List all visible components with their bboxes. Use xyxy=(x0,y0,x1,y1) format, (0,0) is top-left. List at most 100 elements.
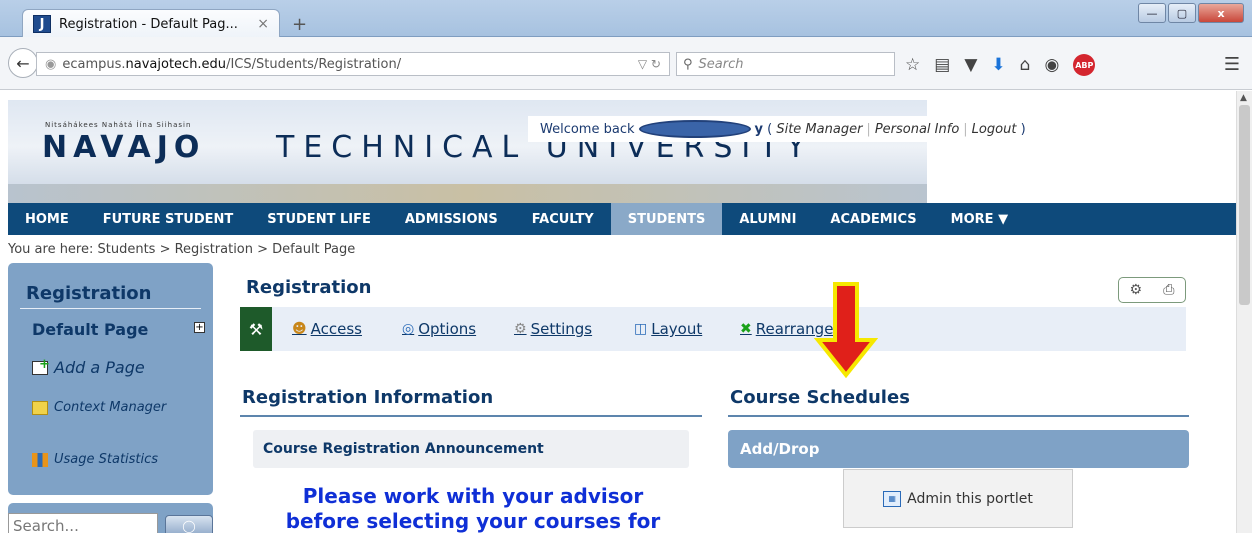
nav-more[interactable]: MORE ▼ xyxy=(934,203,1025,235)
globe-icon: ◉ xyxy=(45,56,57,72)
adblock-icon[interactable]: ABP xyxy=(1073,54,1096,76)
usage-statistics-link[interactable]: Usage Statistics xyxy=(32,452,158,467)
reload-icon[interactable]: ▽ ↻ xyxy=(638,57,661,71)
nav-admissions[interactable]: ADMISSIONS xyxy=(388,203,515,235)
welcome-suffix: y xyxy=(754,121,763,137)
heading-rule xyxy=(240,415,702,417)
access-link[interactable]: ☻ Access xyxy=(292,320,362,338)
admin-portlet-label: Admin this portlet xyxy=(907,490,1033,507)
red-arrow-annotation xyxy=(814,282,878,378)
course-schedules-heading: Course Schedules xyxy=(730,387,910,408)
add-drop-header[interactable]: Add/Drop xyxy=(728,430,1189,468)
folder-icon xyxy=(32,400,48,415)
minimize-button[interactable]: — xyxy=(1138,3,1166,23)
page-tools: ⚙ ⎙ xyxy=(1118,277,1186,303)
sidebar: Registration Default Page + + Add a Page… xyxy=(8,263,213,495)
tab-close-icon[interactable]: × xyxy=(257,16,269,32)
breadcrumb: You are here: Students > Registration > … xyxy=(8,242,356,257)
scrollbar-thumb[interactable] xyxy=(1239,105,1250,305)
redacted-name xyxy=(638,120,751,138)
layout-label: Layout xyxy=(651,320,703,338)
open-paren: ( xyxy=(767,121,773,137)
nav-students[interactable]: STUDENTS xyxy=(610,203,723,235)
url-domain: navajotech.edu xyxy=(125,56,227,72)
grid-icon: ▦ xyxy=(883,490,902,507)
bookmark-star-icon[interactable]: ☆ xyxy=(905,55,920,75)
pocket-icon[interactable]: ▼ xyxy=(964,55,977,75)
add-page-icon: + xyxy=(32,357,50,375)
web-page: Nitsáhákees Nahátá Íína Siihasin NAVAJO … xyxy=(0,91,1236,533)
reading-list-icon[interactable]: ▤ xyxy=(934,55,950,75)
personal-info-link[interactable]: Personal Info xyxy=(875,122,959,137)
expand-icon[interactable]: + xyxy=(194,322,205,333)
nav-faculty[interactable]: FACULTY xyxy=(515,203,611,235)
new-tab-button[interactable]: + xyxy=(292,14,307,35)
layout-link[interactable]: ◫ Layout xyxy=(634,320,702,338)
red-arrow-shape xyxy=(814,282,878,378)
chat-icon[interactable]: ◉ xyxy=(1044,55,1059,75)
add-page-link[interactable]: + Add a Page xyxy=(32,357,145,377)
toolbar-icons: ☆ ▤ ▼ ⬇ ⌂ ◉ ABP xyxy=(905,54,1096,76)
logout-link[interactable]: Logout xyxy=(972,122,1017,137)
sidebar-heading[interactable]: Registration xyxy=(26,283,151,304)
nav-academics[interactable]: ACADEMICS xyxy=(813,203,933,235)
settings-link[interactable]: ⚙ Settings xyxy=(514,320,592,338)
sidebar-search-panel: Search... ◯ xyxy=(8,503,213,533)
print-icon[interactable]: ⎙ xyxy=(1163,282,1174,298)
browser-tab[interactable]: J Registration - Default Pag... × xyxy=(22,9,280,38)
scroll-up-icon[interactable]: ▲ xyxy=(1240,93,1247,103)
address-bar[interactable]: ◉ ecampus. navajotech.edu/ICS/Students/Re… xyxy=(36,52,670,76)
options-icon: ◎ xyxy=(402,321,415,337)
site-manager-link[interactable]: Site Manager xyxy=(776,122,862,137)
browser-toolbar: ← ◉ ecampus. navajotech.edu/ICS/Students/… xyxy=(0,37,1252,90)
nav-student-life[interactable]: STUDENT LIFE xyxy=(250,203,388,235)
admin-toolbar: ⚒ ☻ Access ◎ Options ⚙ Settings ◫ Layout ✖ Re… xyxy=(240,307,1186,351)
home-icon[interactable]: ⌂ xyxy=(1020,55,1031,75)
back-arrow-icon: ← xyxy=(16,53,30,73)
nav-future-student[interactable]: FUTURE STUDENT xyxy=(86,203,250,235)
admin-portlet-button[interactable]: ▦ Admin this portlet xyxy=(843,469,1073,528)
sidebar-item-default-page[interactable]: Default Page xyxy=(32,320,148,339)
sidebar-search-input[interactable]: Search... xyxy=(8,513,158,533)
nav-home[interactable]: HOME xyxy=(8,203,86,235)
users-icon: ☻ xyxy=(292,321,307,337)
divider: | xyxy=(963,121,968,137)
heading-rule xyxy=(728,415,1189,417)
registration-information-heading: Registration Information xyxy=(242,387,494,408)
search-icon: ◯ xyxy=(182,519,196,533)
search-input[interactable]: ⚲ Search xyxy=(676,52,895,76)
bar-chart-icon xyxy=(32,452,48,467)
settings-gear-icon: ⚙ xyxy=(514,321,527,337)
window-controls: — ▢ x xyxy=(1138,3,1244,23)
vertical-scrollbar[interactable]: ▲ xyxy=(1236,91,1252,533)
wrench-icon[interactable]: ⚒ xyxy=(240,307,272,351)
welcome-bar: Welcome back y ( Site Manager | Personal… xyxy=(528,116,1088,142)
url-path: /ICS/Students/Registration/ xyxy=(226,56,402,72)
download-icon[interactable]: ⬇ xyxy=(991,55,1005,75)
banner-tagline: Nitsáhákees Nahátá Íína Siihasin xyxy=(45,121,192,129)
gear-icon[interactable]: ⚙ xyxy=(1130,282,1143,298)
maximize-button[interactable]: ▢ xyxy=(1168,3,1196,23)
banner-landscape xyxy=(8,184,927,204)
close-paren: ) xyxy=(1020,121,1026,137)
advisor-notice-line2: before selecting your courses for xyxy=(285,509,661,533)
settings-label: Settings xyxy=(530,320,593,338)
options-link[interactable]: ◎ Options xyxy=(402,320,476,338)
access-label: Access xyxy=(310,320,362,338)
close-window-button[interactable]: x xyxy=(1198,3,1244,23)
announcement-header[interactable]: Course Registration Announcement xyxy=(253,430,689,468)
back-button[interactable]: ← xyxy=(8,48,38,78)
url-prefix: ecampus. xyxy=(62,56,126,72)
context-manager-label: Context Manager xyxy=(54,400,167,415)
page-title: Registration xyxy=(246,277,372,298)
nav-alumni[interactable]: ALUMNI xyxy=(722,203,813,235)
search-icon: ⚲ xyxy=(683,56,693,72)
context-manager-link[interactable]: Context Manager xyxy=(32,400,166,415)
hamburger-menu-icon[interactable]: ☰ xyxy=(1224,54,1240,75)
sidebar-search-button[interactable]: ◯ xyxy=(165,515,213,533)
welcome-prefix: Welcome back xyxy=(540,121,635,137)
rearrange-icon: ✖ xyxy=(740,321,752,337)
advisor-notice: Please work with your advisor before sel… xyxy=(240,484,706,533)
advisor-notice-line1: Please work with your advisor xyxy=(302,484,644,508)
add-page-label: Add a Page xyxy=(54,358,145,377)
